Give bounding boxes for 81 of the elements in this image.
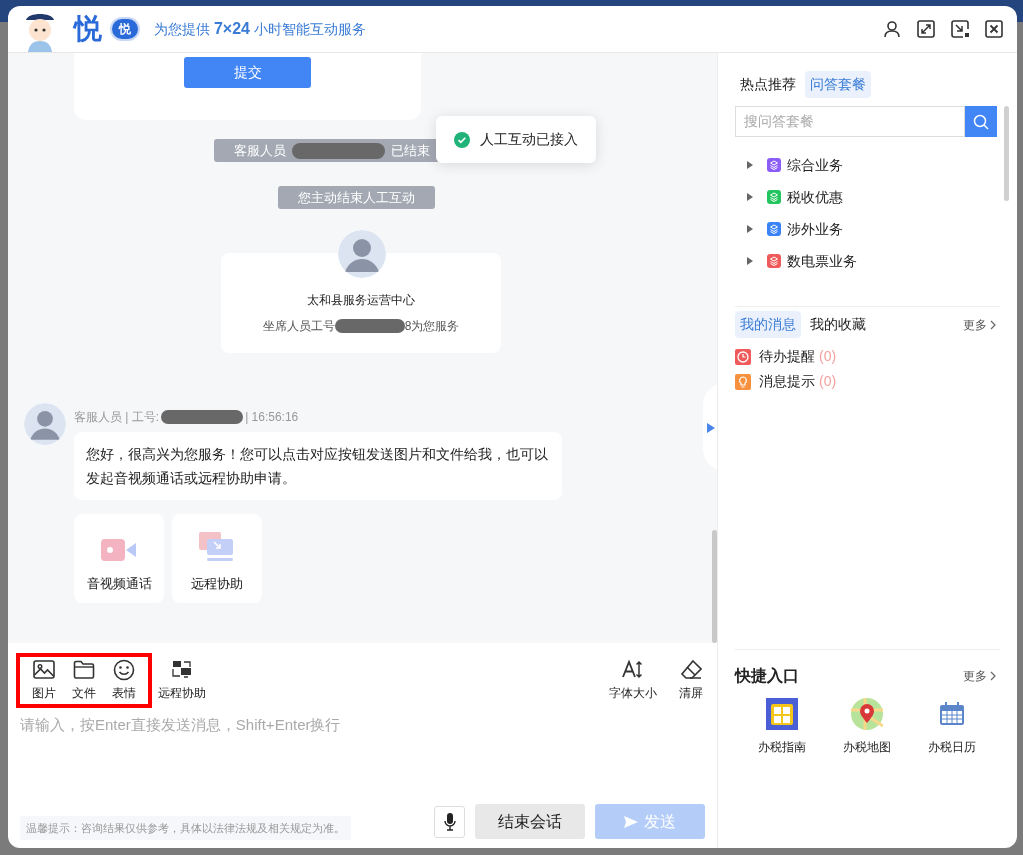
tree-item[interactable]: 涉外业务 (735, 213, 1000, 245)
sender-label: 客服人员 | 工号: (74, 409, 160, 426)
scrollbar-thumb[interactable] (1004, 106, 1009, 201)
guide-book-icon (765, 698, 798, 730)
toolbar-button[interactable]: 远程协助 (156, 659, 208, 702)
video-camera-icon (101, 537, 137, 562)
toolbar-button[interactable]: 表情 (110, 659, 138, 702)
tree-item-label: 涉外业务 (787, 219, 843, 239)
shortcut-button[interactable]: 办税地图 (824, 698, 910, 756)
chevron-right-icon (990, 319, 996, 330)
agent-org: 太和县服务运营中心 (306, 292, 416, 309)
image-icon (33, 659, 55, 681)
message-category-label: 待办提醒 (759, 347, 815, 366)
message-count: (0) (819, 372, 837, 391)
toolbar-button[interactable]: 文件 (70, 659, 98, 702)
end-session-button[interactable]: 结束会话 (475, 804, 585, 840)
screens-icon (199, 531, 235, 562)
tree-item-label: 税收优惠 (787, 187, 843, 207)
tree-item[interactable]: 税收优惠 (735, 181, 1000, 213)
shortcut-button[interactable]: 办税日历 (909, 698, 995, 756)
font-size-icon (622, 659, 644, 681)
tree-item[interactable]: 综合业务 (735, 149, 1000, 181)
agent-id-text: 8为您服务 (404, 318, 460, 335)
submit-button[interactable]: 提交 (184, 57, 311, 88)
message-category[interactable]: 消息提示 (0) (735, 371, 1000, 392)
folder-icon (73, 659, 95, 681)
eraser-icon (680, 659, 702, 681)
toast-text: 人工互动已接入 (480, 130, 578, 149)
more-link[interactable]: 更多 (963, 315, 996, 334)
sidebar-tab[interactable]: 问答套餐 (805, 71, 871, 98)
minimize-icon[interactable] (951, 20, 969, 38)
toolbar-button[interactable]: 字体大小 (607, 659, 659, 702)
avatar-icon (24, 403, 66, 445)
tree-item[interactable]: 数电票业务 (735, 245, 1000, 277)
map-pin-icon (851, 698, 883, 730)
sidebar-tab[interactable]: 热点推荐 (735, 71, 801, 98)
system-notice: 您主动结束人工互动 (278, 186, 435, 209)
send-button: 发送 (595, 804, 705, 840)
message-tab[interactable]: 我的收藏 (805, 311, 871, 338)
video-call-button[interactable]: 音视频通话 (74, 514, 164, 603)
message-bubble: 您好，很高兴为您服务！您可以点击对应按钮发送图片和文件给我，也可以发起音视频通话或远程协助申请。 (74, 432, 562, 500)
microphone-button[interactable] (434, 805, 465, 838)
brand-logo-text: 悦 (74, 15, 102, 43)
lightbulb-icon (735, 373, 751, 390)
disclaimer-text: 温馨提示：咨询结果仅供参考，具体以法律法规及相关规定为准。 (20, 815, 351, 840)
clock-icon (735, 348, 751, 365)
header-slogan: 为您提供 7×24 小时智能互动服务 (154, 19, 366, 39)
message-category-label: 消息提示 (759, 372, 815, 391)
message-time: | 16:56:16 (245, 409, 299, 426)
toolbar-button[interactable]: 图片 (30, 659, 58, 702)
section-title: 快捷入口 (735, 666, 799, 686)
check-circle-icon (454, 131, 470, 148)
shortcut-button[interactable]: 办税指南 (739, 698, 825, 756)
tree-item-label: 数电票业务 (787, 251, 857, 271)
screens-icon (171, 659, 193, 681)
expand-icon[interactable] (917, 20, 935, 38)
redaction-bar (334, 319, 405, 333)
tree-item-label: 综合业务 (787, 155, 843, 175)
agent-id-text: 坐席人员工号 (262, 318, 335, 335)
avatar-icon (338, 230, 386, 278)
toolbar-button[interactable]: 清屏 (677, 659, 705, 702)
remote-assist-button[interactable]: 远程协助 (172, 514, 262, 603)
scrollbar-thumb[interactable] (712, 530, 717, 643)
more-link[interactable]: 更多 (963, 667, 996, 685)
notice-text: 客服人员 (234, 141, 286, 160)
chevron-right-icon (990, 671, 996, 681)
message-category[interactable]: 待办提醒 (0) (735, 346, 1000, 367)
send-arrow-icon (624, 815, 638, 828)
smiley-icon (113, 659, 135, 681)
user-icon[interactable] (883, 20, 901, 38)
message-tab[interactable]: 我的消息 (735, 311, 801, 338)
brand-badge: 悦 (110, 17, 140, 41)
close-icon[interactable] (985, 20, 1003, 38)
message-input[interactable]: 请输入，按Enter直接发送消息，Shift+Enter换行 (20, 714, 705, 792)
search-icon (973, 113, 989, 130)
microphone-icon (443, 812, 456, 831)
triangle-right-icon[interactable] (707, 423, 715, 433)
search-button[interactable] (965, 106, 997, 137)
message-count: (0) (819, 347, 837, 366)
search-field[interactable]: 搜问答套餐 (735, 106, 965, 137)
notice-text: 已结束 (391, 141, 430, 160)
